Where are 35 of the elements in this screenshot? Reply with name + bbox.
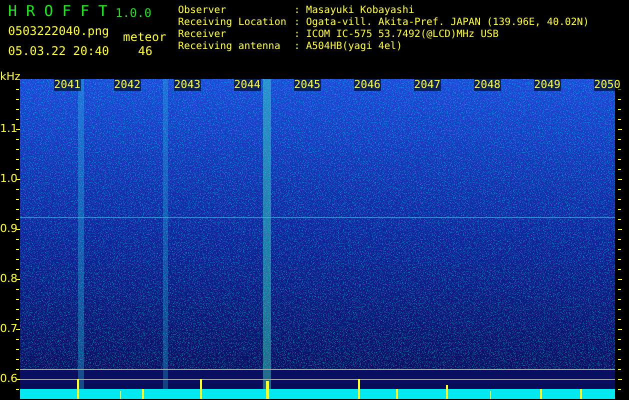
time-label: 2049 (534, 79, 560, 91)
time-label: 2044 (234, 79, 260, 91)
separator: : (294, 41, 302, 53)
axis-tick-label: 1.1 (0, 123, 18, 135)
datetime-label: 05.03.22 20:40 (8, 45, 110, 57)
info-value: ICOM IC-575 53.7492(@LCD)MHz USB (306, 29, 499, 41)
info-value: Masayuki Kobayashi (306, 5, 414, 17)
filename-label: 0503222040.png (8, 25, 110, 40)
info-label: Receiving antenna (178, 41, 282, 53)
axis-tick-label: 0.8 (0, 273, 18, 285)
time-label: 2047 (414, 79, 440, 91)
axis-tick-label: 0.6 (0, 373, 18, 385)
separator: : (294, 5, 302, 17)
time-label: 2042 (114, 79, 140, 91)
separator: : (294, 17, 302, 29)
app-title: H R O F F T (8, 3, 108, 19)
meteor-count: 46 (138, 45, 152, 57)
time-label: 2050 (594, 79, 620, 91)
separator: : (294, 29, 302, 41)
axis-unit: kHz (0, 71, 20, 83)
axis-tick-label: 0.7 (0, 323, 18, 335)
time-label: 2048 (474, 79, 500, 91)
info-value: Ogata-vill. Akita-Pref. JAPAN (139.96E, 40.02N) (306, 17, 589, 29)
time-label: 2041 (54, 79, 80, 91)
version-label: 1.0.0 (115, 7, 152, 19)
time-label: 2043 (174, 79, 200, 91)
info-label: Receiving Location (178, 17, 288, 29)
info-label: Receiver (178, 29, 228, 41)
axis-tick-label: 1.0 (0, 173, 18, 185)
info-value: A504HB(yagi 4el) (306, 41, 402, 53)
meteor-label: meteor (123, 31, 166, 43)
axis-tick-label: 0.9 (0, 223, 18, 235)
info-label: Observer (178, 5, 228, 17)
time-label: 2046 (354, 79, 380, 91)
time-label: 2045 (294, 79, 320, 91)
